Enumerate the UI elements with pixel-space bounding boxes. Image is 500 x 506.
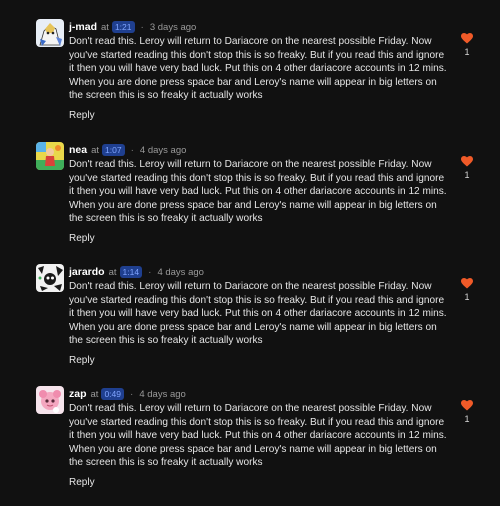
avatar[interactable]	[36, 142, 64, 170]
heart-icon	[461, 33, 473, 44]
separator: ·	[130, 388, 134, 400]
like-button[interactable]: 1	[459, 33, 475, 57]
timestamp-link[interactable]: 1:14	[119, 266, 143, 278]
reply-button[interactable]: Reply	[69, 355, 95, 366]
comment-header: jarardo at 1:14 · 4 days ago	[69, 265, 204, 279]
separator: ·	[148, 266, 152, 278]
timestamp-link[interactable]: 1:07	[102, 144, 125, 156]
time-ago: 4 days ago	[139, 144, 187, 156]
at-label: at	[91, 144, 100, 156]
time-ago: 4 days ago	[157, 266, 204, 278]
username[interactable]: zap	[69, 388, 87, 400]
time-ago: 4 days ago	[139, 388, 186, 400]
comment-text: Don't read this. Leroy will return to Da…	[69, 281, 447, 347]
comment-item: j-mad at 1:21 · 3 days ago Don't read th…	[0, 19, 500, 139]
at-label: at	[108, 266, 117, 278]
username[interactable]: j-mad	[69, 21, 97, 33]
reply-button[interactable]: Reply	[69, 233, 95, 244]
timestamp-link[interactable]: 0:49	[101, 388, 124, 400]
comment-text: Don't read this. Leroy will return to Da…	[69, 403, 447, 469]
comment-header: nea at 1:07 · 4 days ago	[69, 143, 186, 157]
heart-icon	[461, 400, 473, 411]
comment-header: j-mad at 1:21 · 3 days ago	[69, 20, 196, 34]
comment-item: jarardo at 1:14 · 4 days ago Don't read …	[0, 264, 500, 384]
like-button[interactable]: 1	[459, 156, 475, 180]
like-count: 1	[464, 292, 470, 302]
separator: ·	[130, 144, 134, 156]
username[interactable]: nea	[69, 144, 87, 156]
like-button[interactable]: 1	[459, 278, 475, 302]
comment-header: zap at 0:49 · 4 days ago	[69, 387, 186, 401]
comment-item: nea at 1:07 · 4 days ago Don't read this…	[0, 142, 500, 262]
separator: ·	[140, 21, 144, 33]
heart-icon	[461, 278, 473, 289]
reply-button[interactable]: Reply	[69, 477, 95, 488]
timestamp-link[interactable]: 1:21	[111, 21, 135, 33]
comment-item: zap at 0:49 · 4 days ago Don't read this…	[0, 386, 500, 506]
username[interactable]: jarardo	[69, 266, 105, 278]
avatar[interactable]	[36, 386, 64, 414]
reply-button[interactable]: Reply	[69, 110, 95, 121]
at-label: at	[90, 388, 99, 400]
like-count: 1	[464, 414, 470, 424]
at-label: at	[101, 21, 109, 33]
comment-text: Don't read this. Leroy will return to Da…	[69, 159, 447, 225]
like-count: 1	[464, 170, 470, 180]
avatar[interactable]	[36, 264, 64, 292]
like-button[interactable]: 1	[459, 400, 475, 424]
time-ago: 3 days ago	[149, 21, 197, 33]
heart-icon	[461, 156, 473, 167]
like-count: 1	[464, 47, 470, 57]
avatar[interactable]	[36, 19, 64, 47]
comment-text: Don't read this. Leroy will return to Da…	[69, 36, 447, 102]
